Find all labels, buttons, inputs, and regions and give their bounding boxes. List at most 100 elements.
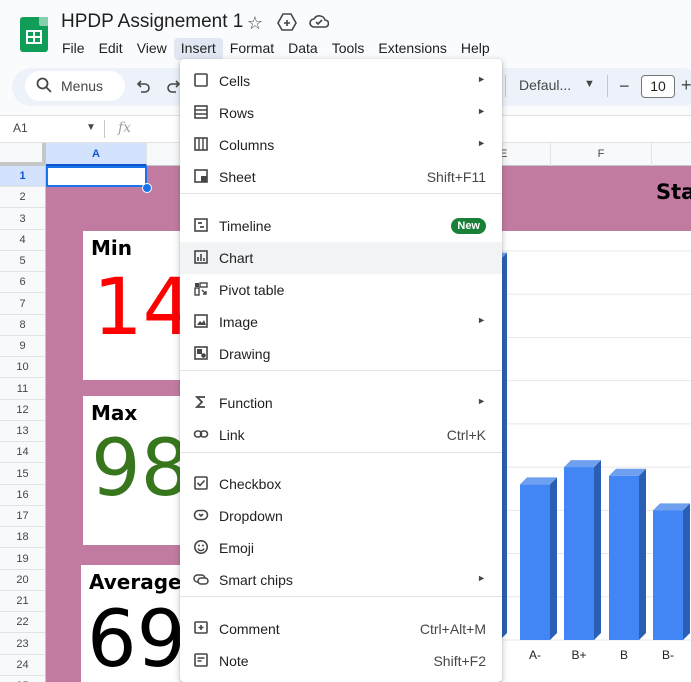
fx-icon: fx xyxy=(118,120,132,136)
submenu-arrow-icon: ► xyxy=(477,315,486,325)
document-title[interactable]: HPDP Assignement 1 xyxy=(61,11,243,33)
shortcut-label: Shift+F2 xyxy=(433,653,486,669)
grade-chart[interactable]: A- B+ B B- xyxy=(490,231,691,682)
menu-item-sheet[interactable]: Sheet Shift+F11 xyxy=(180,161,502,193)
fill-handle[interactable] xyxy=(142,183,152,193)
menu-item-note[interactable]: Note Shift+F2 xyxy=(180,645,502,677)
row-header-15[interactable]: 15 xyxy=(0,464,45,485)
row-header-20[interactable]: 20 xyxy=(0,570,45,591)
row-header-3[interactable]: 3 xyxy=(0,209,45,230)
search-menus-button[interactable]: Menus xyxy=(25,71,125,101)
menu-help[interactable]: Help xyxy=(454,38,497,60)
row-header-21[interactable]: 21 xyxy=(0,591,45,612)
max-label: Max xyxy=(91,401,138,425)
menu-extensions[interactable]: Extensions xyxy=(371,38,453,60)
row-header-12[interactable]: 12 xyxy=(0,400,45,421)
row-header-10[interactable]: 10 xyxy=(0,357,45,379)
row-header-4[interactable]: 4 xyxy=(0,230,45,251)
row-header-18[interactable]: 18 xyxy=(0,527,45,549)
menu-item-label: Pivot table xyxy=(219,282,285,298)
menu-view[interactable]: View xyxy=(130,38,174,60)
menu-tools[interactable]: Tools xyxy=(325,38,372,60)
menu-item-cells[interactable]: Cells ► xyxy=(180,65,502,97)
submenu-arrow-icon: ► xyxy=(477,106,486,116)
menu-item-pivot-table[interactable]: Pivot table xyxy=(180,274,502,306)
row-header-5[interactable]: 5 xyxy=(0,251,45,272)
menu-item-timeline[interactable]: Timeline New xyxy=(180,210,502,242)
menu-divider xyxy=(180,193,502,194)
image-icon xyxy=(192,313,210,331)
menu-item-drawing[interactable]: Drawing xyxy=(180,338,502,370)
row-header-11[interactable]: 11 xyxy=(0,379,45,400)
menu-item-label: Sheet xyxy=(219,169,256,185)
chart-category-label: B+ xyxy=(571,648,586,662)
sheets-logo-icon[interactable] xyxy=(20,17,48,52)
menu-item-function[interactable]: Function ► xyxy=(180,387,502,419)
search-icon xyxy=(36,77,52,96)
menu-item-comment[interactable]: Comment Ctrl+Alt+M xyxy=(180,613,502,645)
select-all-corner[interactable] xyxy=(0,143,46,166)
chart-icon xyxy=(192,249,210,267)
submenu-arrow-icon: ► xyxy=(477,74,486,84)
menu-file[interactable]: File xyxy=(55,38,92,60)
menu-item-rows[interactable]: Rows ► xyxy=(180,97,502,129)
font-size-input[interactable]: 10 xyxy=(641,75,675,98)
menu-item-image[interactable]: Image ► xyxy=(180,306,502,338)
chart-bar-bminus xyxy=(653,503,690,640)
font-family-select[interactable]: Defaul... xyxy=(519,77,571,93)
row-header-1[interactable]: 1 xyxy=(0,166,45,187)
column-header-f[interactable]: F xyxy=(551,143,652,166)
menu-item-label: Function xyxy=(219,395,273,411)
timeline-icon xyxy=(192,217,210,235)
increase-font-size-button[interactable]: + xyxy=(681,75,691,96)
row-header-2[interactable]: 2 xyxy=(0,187,45,209)
row-header-24[interactable]: 24 xyxy=(0,655,45,676)
undo-icon[interactable] xyxy=(135,78,151,99)
sigma-icon xyxy=(192,394,210,412)
caret-down-icon[interactable]: ▼ xyxy=(584,78,595,90)
square-icon xyxy=(192,72,210,90)
submenu-arrow-icon: ► xyxy=(477,396,486,406)
toolbar-divider xyxy=(607,75,608,97)
decrease-font-size-button[interactable]: − xyxy=(619,76,630,97)
row-header-23[interactable]: 23 xyxy=(0,634,45,655)
star-icon[interactable]: ☆ xyxy=(244,13,266,34)
menu-edit[interactable]: Edit xyxy=(92,38,130,60)
row-header-13[interactable]: 13 xyxy=(0,421,45,442)
column-header-g[interactable] xyxy=(652,143,691,166)
menu-item-smart-chips[interactable]: Smart chips ► xyxy=(180,564,502,596)
cloud-saved-icon[interactable] xyxy=(308,13,330,34)
row-header-9[interactable]: 9 xyxy=(0,336,45,357)
comment-icon xyxy=(192,620,210,638)
formula-divider xyxy=(104,120,105,138)
selected-cell-a1[interactable] xyxy=(46,166,147,187)
name-box[interactable]: A1 xyxy=(13,121,28,135)
row-header-7[interactable]: 7 xyxy=(0,294,45,315)
row-header-19[interactable]: 19 xyxy=(0,549,45,570)
menu-item-columns[interactable]: Columns ► xyxy=(180,129,502,161)
row-header-25[interactable]: 25 xyxy=(0,676,45,682)
menu-data[interactable]: Data xyxy=(281,38,325,60)
row-header-16[interactable]: 16 xyxy=(0,485,45,506)
row-header-8[interactable]: 8 xyxy=(0,315,45,336)
column-header-e[interactable]: E xyxy=(500,143,551,166)
move-to-drive-icon[interactable] xyxy=(276,13,298,36)
chart-category-label: B xyxy=(620,648,628,662)
menu-insert[interactable]: Insert xyxy=(173,38,223,60)
row-header-22[interactable]: 22 xyxy=(0,612,45,634)
column-header-a[interactable]: A xyxy=(46,143,147,166)
row-header-14[interactable]: 14 xyxy=(0,442,45,464)
row-header-17[interactable]: 17 xyxy=(0,506,45,527)
row-header-6[interactable]: 6 xyxy=(0,272,45,294)
menu-item-chart[interactable]: Chart xyxy=(180,242,502,274)
menu-item-checkbox[interactable]: Checkbox xyxy=(180,468,502,500)
menu-item-link[interactable]: Link Ctrl+K xyxy=(180,419,502,451)
menu-format[interactable]: Format xyxy=(223,38,281,60)
menu-item-dropdown[interactable]: Dropdown xyxy=(180,500,502,532)
row-header-bar: 1234567891011121314151617181920212223242… xyxy=(0,166,46,682)
chart-category-label: B- xyxy=(662,648,674,662)
submenu-arrow-icon: ► xyxy=(477,573,486,583)
caret-down-icon[interactable]: ▼ xyxy=(86,122,96,133)
menu-item-emoji[interactable]: Emoji xyxy=(180,532,502,564)
max-card: Max 98 xyxy=(83,396,190,545)
